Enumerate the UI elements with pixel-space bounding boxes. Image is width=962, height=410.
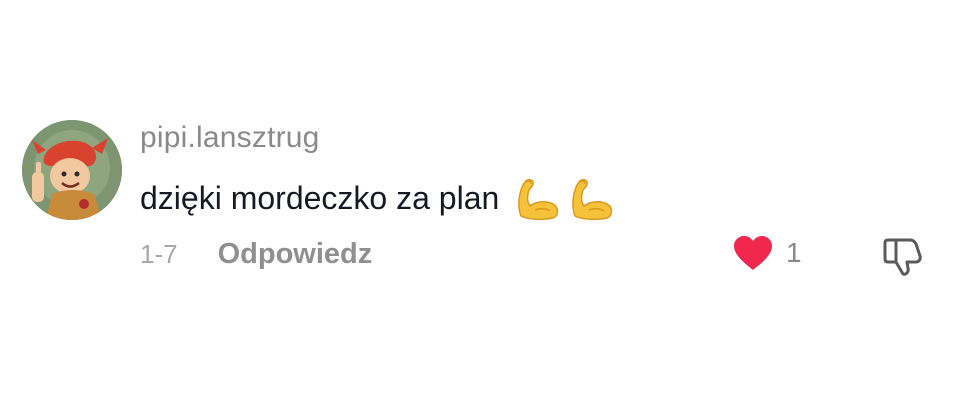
heart-icon — [734, 236, 772, 270]
comment-body: dzięki mordeczko za plan — [140, 176, 615, 220]
like-count: 1 — [786, 237, 802, 268]
dislike-button[interactable] — [882, 234, 924, 276]
reply-button[interactable]: Odpowiedz — [218, 236, 373, 272]
like-button[interactable]: 1 — [732, 234, 802, 272]
comment-meta: 1-7 Odpowiedz — [140, 236, 372, 272]
avatar-image — [22, 120, 122, 220]
muscle-icon — [572, 179, 613, 220]
emoji-group — [513, 176, 615, 220]
comment-username[interactable]: pipi.lansztrug — [140, 119, 320, 157]
comment-text: dzięki mordeczko za plan — [140, 180, 500, 216]
muscle-icon — [518, 179, 559, 220]
comment-date: 1-7 — [140, 239, 178, 269]
avatar[interactable] — [22, 120, 122, 220]
comment-item: pipi.lansztrug dzięki mordeczko za plan … — [0, 0, 962, 410]
thumbs-down-icon — [883, 238, 922, 276]
